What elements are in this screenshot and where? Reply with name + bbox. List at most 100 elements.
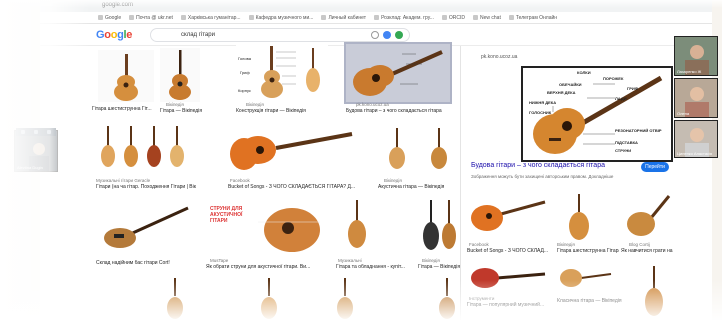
result-image-tile[interactable] [228,124,354,176]
diagram-label: КОЛКИ [577,70,591,75]
bookmark-item[interactable]: Почта @ ukr.net [129,15,173,21]
result-image-tile[interactable]: СТРУНИ ДЛЯ АКУСТИЧНОЇ ГІТАРИ [208,200,324,256]
bookmark-label: Личный кабинет [328,14,367,21]
bookmark-label: Телеграм Онлайн [515,14,558,21]
result-title[interactable]: Гітара шестиструнна Гіт... [92,106,154,112]
result-image-tile[interactable] [98,50,154,102]
bookmarks-bar: Google Почта @ ukr.net Харківська гуманіта… [40,12,712,24]
bookmark-label: Харківська гуманітар... [187,14,241,21]
video-tile[interactable]: Alevtina Dugin [14,130,58,172]
result-title[interactable]: Як обрати струни для акустичної гітари. … [206,264,332,270]
related-source: Blog Cortij [629,242,650,247]
visit-button[interactable]: Перейти [641,162,669,172]
image-preview-panel: pk.kono.ucoz.ua КОЛКИ ПОРОЖЕК ГРИФ ЛАДИ … [460,46,673,320]
result-title[interactable]: Акустична гітара — Вікіпедія [378,184,468,190]
camera-icon[interactable] [383,31,391,39]
related-title[interactable]: Як навчитися грати на гітарі (... [621,248,673,254]
related-source: Facebook [469,242,489,247]
guitar-diagram-image[interactable]: КОЛКИ ПОРОЖЕК ГРИФ ЛАДИ ОБЕЧАЙКИ ВЕРХНЯ … [521,66,673,162]
result-source: Вікіпедія [166,102,184,107]
result-image-tile[interactable] [96,122,192,174]
strings-banner: СТРУНИ ДЛЯ АКУСТИЧНОЇ ГІТАРИ [210,206,250,224]
bookmark-item[interactable]: Телеграм Онлайн [508,14,558,21]
related-title[interactable]: Гітара шестиструнна Гітара ... [557,248,619,254]
related-image-tile[interactable] [637,264,671,320]
bookmark-icon [441,15,447,20]
google-logo[interactable]: Google [96,29,132,41]
related-image-tile[interactable] [621,192,671,242]
related-title[interactable]: Bucket of Songs - З ЧОГО СКЛАД... [467,248,553,254]
share-icon[interactable] [47,130,52,134]
result-image-tile-selected[interactable] [344,42,452,104]
diagram-label: ПІДСТАВКА [615,140,638,145]
bookmark-item[interactable]: Личный кабинет [321,15,366,21]
result-title[interactable]: Склад надійним бас гітари Cort! [96,260,196,266]
part-label: Гриф [240,70,250,75]
related-title[interactable]: Класична гітара — Вікіпедія [557,298,627,304]
result-source: Музикальні [338,258,362,263]
result-image-tile[interactable] [330,276,360,320]
result-image-tile[interactable] [160,48,200,102]
diagram-label: СТРУНИ [615,148,632,153]
result-title[interactable]: Гітара та обладнання - купіт... [336,264,406,270]
bookmark-label: New chat [480,14,501,21]
search-icon[interactable] [395,31,403,39]
diagram-label: РЕЗОНАТОРНИЙ ОТВІР [615,128,662,133]
result-source: Вікіпедія [422,258,440,263]
search-input[interactable]: склад гітари [150,28,410,42]
result-title[interactable]: Гітара — Вікіпедія [160,108,220,114]
diagram-label: НИЖНЯ ДЕКА [529,100,557,105]
video-tile[interactable]: Олена [674,78,718,118]
result-image-tile[interactable] [254,276,284,320]
address-bar[interactable]: google.com [40,0,712,12]
result-source: Вікіпедія [384,178,402,183]
bookmark-icon [248,15,254,20]
result-title[interactable]: Конструкція гітари — Вікіпедія [236,108,330,114]
panel-title[interactable]: Будова гітари – з чого складається гітар… [471,162,605,169]
bookmark-item[interactable]: Розклад: Академ. гру... [374,15,434,21]
mic-icon[interactable] [20,130,25,134]
result-image-tile[interactable] [414,198,464,256]
result-source: pk.kono.ucoz.ua [356,102,389,107]
related-source: Інструменти [469,296,495,301]
bookmark-label: Кафедра музичного ми... [255,14,314,21]
bookmark-item[interactable]: ORCID [441,14,465,21]
bookmark-label: ORCID [448,14,465,21]
bookmark-item[interactable]: Харківська гуманітар... [180,14,241,21]
bookmark-item[interactable]: Google [98,15,121,21]
bookmark-item[interactable]: Кафедра музичного ми... [248,14,314,21]
screen: google.com Google Почта @ ukr.net Харківсь… [0,0,722,320]
diagram-label: ПОРОЖЕК [603,76,624,81]
video-tile[interactable]: Ципенко Анастасія [674,120,718,158]
result-image-tile[interactable] [376,124,466,176]
result-image-tile[interactable] [432,276,462,320]
bass-guitar-image [104,206,189,248]
guitar-image [423,200,456,250]
result-image-tile[interactable] [96,200,192,252]
related-image-tile[interactable] [557,262,613,294]
close-icon[interactable] [371,31,379,39]
camera-icon[interactable] [33,130,38,134]
address-text[interactable]: google.com [102,2,133,8]
meeting-controls[interactable] [16,128,56,136]
result-title[interactable]: Гітари (на ча гітар. Походження Гітари |… [96,184,196,190]
result-title[interactable]: Будова гітари – з чого складається гітар… [346,108,454,114]
result-source: MusTape [210,258,229,263]
related-image-tile[interactable] [467,260,547,294]
panel-source[interactable]: pk.kono.ucoz.ua [481,54,517,60]
related-image-tile[interactable] [557,192,601,242]
bookmark-icon [129,15,135,20]
result-image-tile[interactable]: Голова Гриф Корпус [236,44,328,102]
bookmark-icon [374,15,380,20]
result-title[interactable]: Bucket of Songs - З ЧОГО СКЛАДАЄТЬСЯ ГІТ… [228,184,368,190]
result-image-tile[interactable] [160,276,190,320]
bookmark-label: Google [105,14,122,21]
result-image-tile[interactable] [336,198,378,256]
search-query[interactable]: склад гітари [181,32,215,38]
bookmark-item[interactable]: New chat [473,15,501,21]
related-image-tile[interactable] [467,192,547,240]
participant-name: Лазаренко Ж [677,69,702,74]
related-title[interactable]: Гітара — популярний музичний... [467,302,553,308]
video-tile[interactable]: Лазаренко Ж [674,36,718,76]
diagram-label: ЛАДИ [615,96,627,101]
